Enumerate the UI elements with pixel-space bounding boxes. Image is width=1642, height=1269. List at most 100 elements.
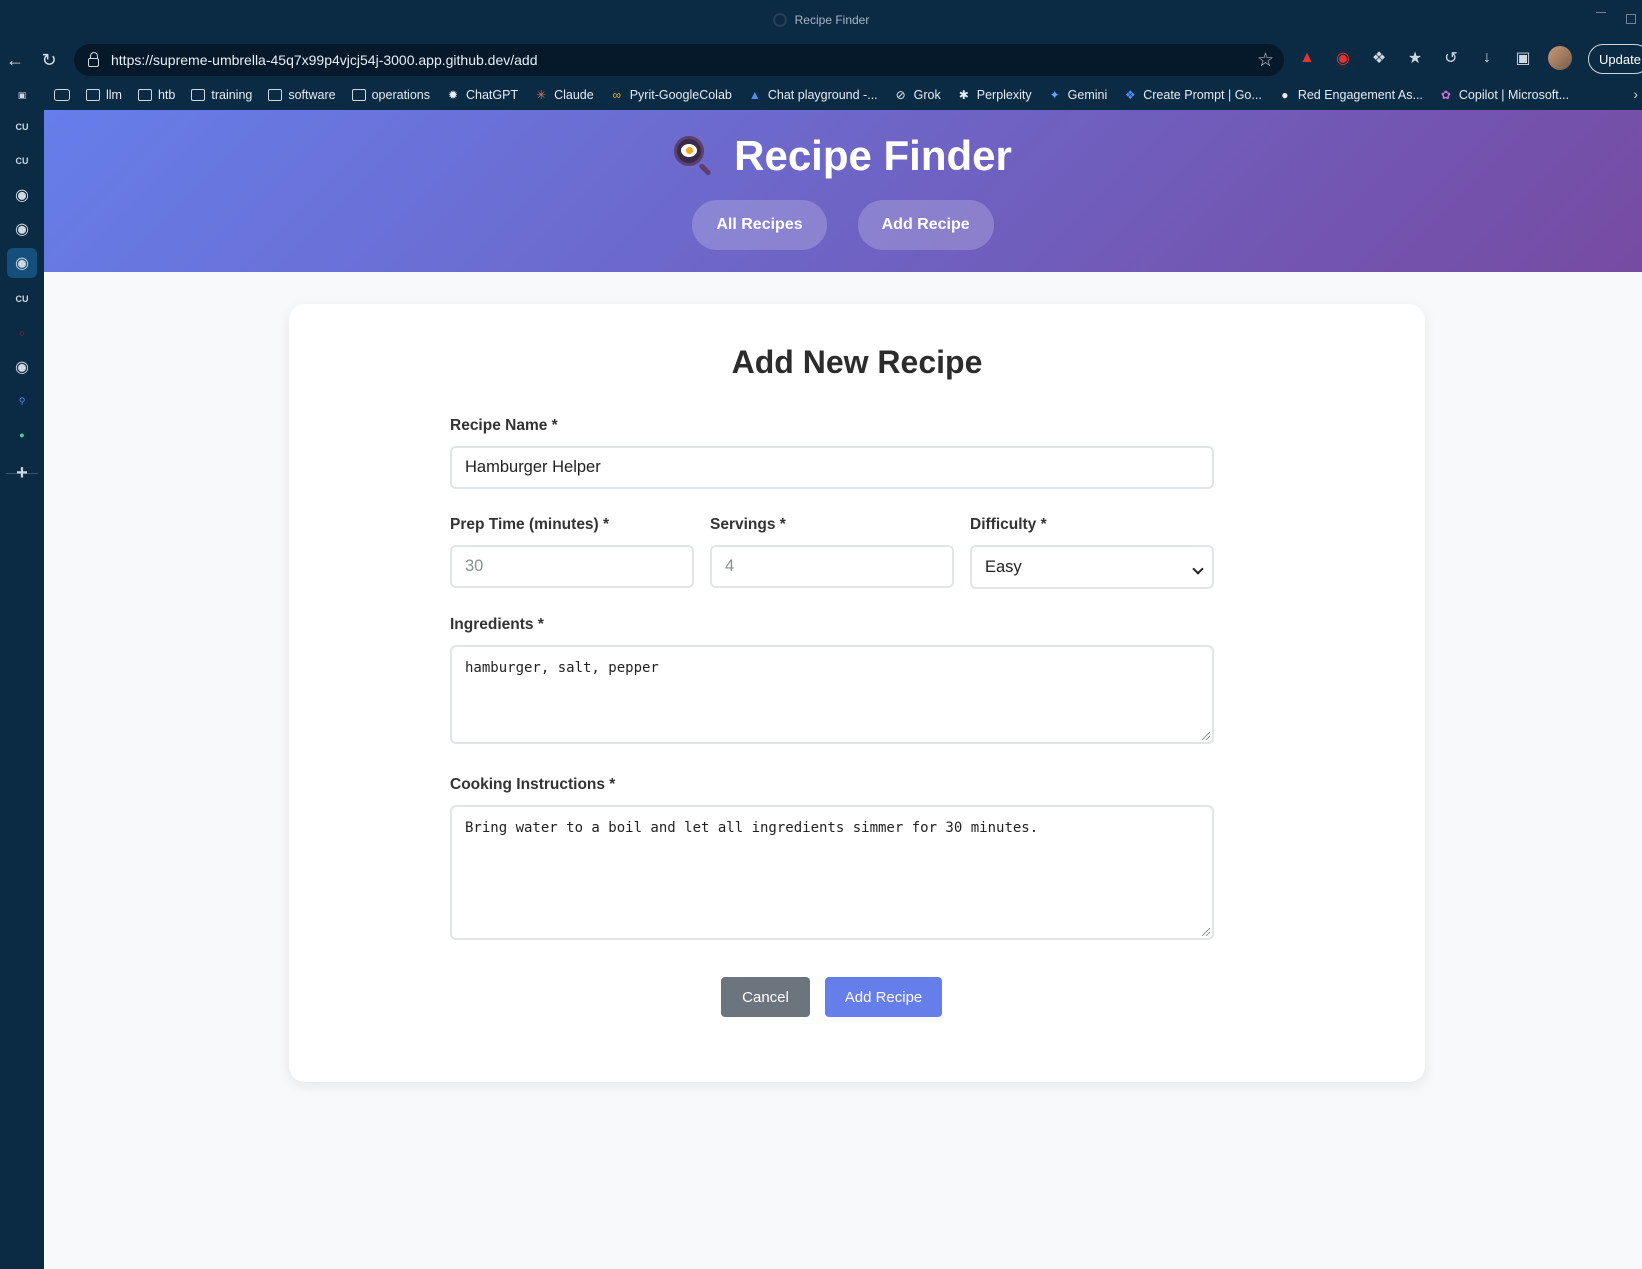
star-icon[interactable]: ☆: [1257, 49, 1274, 72]
prompt-icon: ❖: [1124, 88, 1136, 102]
all-recipes-link[interactable]: All Recipes: [692, 200, 827, 250]
favorites-icon[interactable]: ★: [1404, 47, 1426, 69]
folder-icon: [191, 89, 206, 101]
folder-icon: [86, 89, 100, 101]
app-nav: All Recipes Add Recipe: [44, 200, 1642, 250]
cast-icon[interactable]: ▣: [1512, 47, 1534, 69]
servings-label: Servings *: [710, 516, 786, 533]
sidebar-tab-cu-3[interactable]: CU: [7, 284, 37, 314]
bookmark-chat-playground[interactable]: ▲ Chat playground -...: [748, 88, 878, 102]
reload-icon[interactable]: ↻: [34, 45, 64, 75]
profile-avatar[interactable]: [1548, 46, 1572, 70]
bookmark-label: training: [211, 88, 253, 102]
back-icon[interactable]: ←: [0, 45, 30, 75]
url-text[interactable]: https://supreme-umbrella-45q7x99p4vjcj54…: [111, 52, 538, 68]
folder-icon: [351, 89, 366, 101]
bookmarks-bar: llm htb training software operations ✹ Ch…: [44, 80, 1642, 110]
tab-actions-icon[interactable]: [54, 89, 70, 101]
lock-icon[interactable]: [88, 51, 99, 67]
bookmark-software[interactable]: software: [268, 88, 336, 102]
app-title: Recipe Finder: [44, 132, 1642, 180]
bookmark-label: Copilot | Microsoft...: [1458, 88, 1570, 102]
bookmark-chatgpt[interactable]: ✹ ChatGPT: [446, 88, 518, 102]
browser-toolbar: ← ↻ https://supreme-umbrella-45q7x99p4vj…: [0, 40, 1642, 80]
bookmark-label: htb: [157, 88, 176, 102]
bookmark-create-prompt[interactable]: ❖ Create Prompt | Go...: [1123, 88, 1262, 102]
bookmark-label: Chat playground -...: [767, 88, 878, 102]
minimize-icon[interactable]: [1596, 12, 1606, 13]
claude-icon: ✳: [536, 88, 547, 102]
github-icon[interactable]: ◉: [7, 352, 37, 382]
folder-icon: [268, 89, 283, 101]
bookmark-label: ChatGPT: [465, 88, 519, 102]
leaf-icon[interactable]: ●: [7, 420, 37, 450]
servings-input[interactable]: 4: [710, 545, 954, 588]
pdf-icon[interactable]: ▲: [1296, 47, 1318, 69]
app-title-text: Recipe Finder: [734, 132, 1012, 179]
bookmark-label: Grok: [913, 88, 941, 102]
bookmark-pyrit-colab[interactable]: ∞ Pyrit-GoogleColab: [610, 88, 732, 102]
bookmark-perplexity[interactable]: ✱ Perplexity: [957, 88, 1032, 102]
screenshot-icon[interactable]: ◉: [1332, 47, 1354, 69]
recipe-name-input[interactable]: Hamburger Helper: [450, 446, 1214, 489]
download-icon[interactable]: ↓: [1476, 47, 1498, 69]
bookmark-llm[interactable]: llm: [86, 88, 122, 102]
frying-pan-icon: [674, 136, 714, 177]
address-bar[interactable]: https://supreme-umbrella-45q7x99p4vjcj54…: [74, 44, 1284, 76]
app-header: Recipe Finder All Recipes Add Recipe: [44, 110, 1642, 272]
bookmark-htb[interactable]: htb: [137, 88, 176, 102]
vertical-tabs-sidebar: ▣ CU CU ◉ ◉ ◉ CU ○ ◉ ⚲ ● +: [0, 80, 44, 1269]
recipe-name-label: Recipe Name *: [450, 417, 558, 434]
bookmark-copilot[interactable]: ✿ Copilot | Microsoft...: [1439, 88, 1569, 102]
window-title: Recipe Finder: [794, 13, 870, 27]
sidebar-tab-cu-2[interactable]: CU: [7, 146, 37, 176]
bookmark-label: Claude: [554, 88, 594, 102]
update-button[interactable]: Update: [1588, 44, 1642, 74]
extensions-icon[interactable]: ❖: [1368, 47, 1390, 69]
chevron-right-icon[interactable]: ›: [1633, 86, 1638, 102]
recipe-app: Recipe Finder All Recipes Add Recipe Add…: [44, 110, 1642, 1269]
app-icon: [772, 13, 787, 27]
github-icon[interactable]: ◉: [7, 180, 37, 210]
add-recipe-button[interactable]: Add Recipe: [825, 977, 942, 1017]
difficulty-select[interactable]: Easy: [970, 545, 1214, 589]
bookmark-red-engagement[interactable]: ● Red Engagement As...: [1278, 88, 1423, 102]
maximize-icon[interactable]: [1626, 14, 1636, 24]
instructions-textarea[interactable]: Bring water to a boil and let all ingred…: [450, 805, 1214, 940]
add-recipe-form: Add New Recipe Recipe Name * Hamburger H…: [289, 304, 1425, 1082]
github-icon[interactable]: ◉: [7, 248, 37, 278]
perplexity-icon: ✱: [958, 88, 969, 102]
red-engagement-icon: ●: [1281, 88, 1289, 102]
github-icon[interactable]: ◉: [7, 214, 37, 244]
search-icon[interactable]: ⚲: [7, 386, 37, 416]
difficulty-selected-value: Easy: [985, 557, 1022, 576]
cancel-button[interactable]: Cancel: [721, 977, 810, 1017]
bookmark-claude[interactable]: ✳ Claude: [534, 88, 594, 102]
grok-icon: ⊘: [895, 88, 906, 102]
bookmark-label: software: [288, 88, 336, 102]
sidebar-tab-cu-1[interactable]: CU: [7, 112, 37, 142]
new-tab-icon[interactable]: +: [7, 458, 37, 488]
bookmark-grok[interactable]: ⊘ Grok: [894, 88, 941, 102]
bookmark-label: Gemini: [1067, 88, 1108, 102]
bookmark-label: Pyrit-GoogleColab: [629, 88, 732, 102]
ingredients-label: Ingredients *: [450, 616, 544, 633]
folder-icon: [137, 89, 152, 101]
bookmark-label: Perplexity: [976, 88, 1032, 102]
ingredients-textarea[interactable]: hamburger, salt, pepper: [450, 645, 1214, 744]
chatgpt-icon: ✹: [447, 88, 459, 102]
copilot-icon: ✿: [1440, 88, 1451, 102]
prep-time-input[interactable]: 30: [450, 545, 694, 588]
colab-icon: ∞: [612, 88, 621, 102]
playground-icon: ▲: [748, 88, 761, 102]
tab-icon[interactable]: ○: [7, 318, 37, 348]
bookmark-label: operations: [371, 88, 430, 102]
add-recipe-link[interactable]: Add Recipe: [857, 200, 994, 250]
bookmark-training[interactable]: training: [191, 88, 252, 102]
history-icon[interactable]: ↺: [1440, 47, 1462, 69]
bookmark-label: llm: [106, 88, 122, 102]
tab-manager-icon[interactable]: ▣: [7, 80, 37, 110]
prep-time-label: Prep Time (minutes) *: [450, 516, 610, 533]
bookmark-gemini[interactable]: ✦ Gemini: [1048, 88, 1108, 102]
bookmark-operations[interactable]: operations: [351, 88, 430, 102]
